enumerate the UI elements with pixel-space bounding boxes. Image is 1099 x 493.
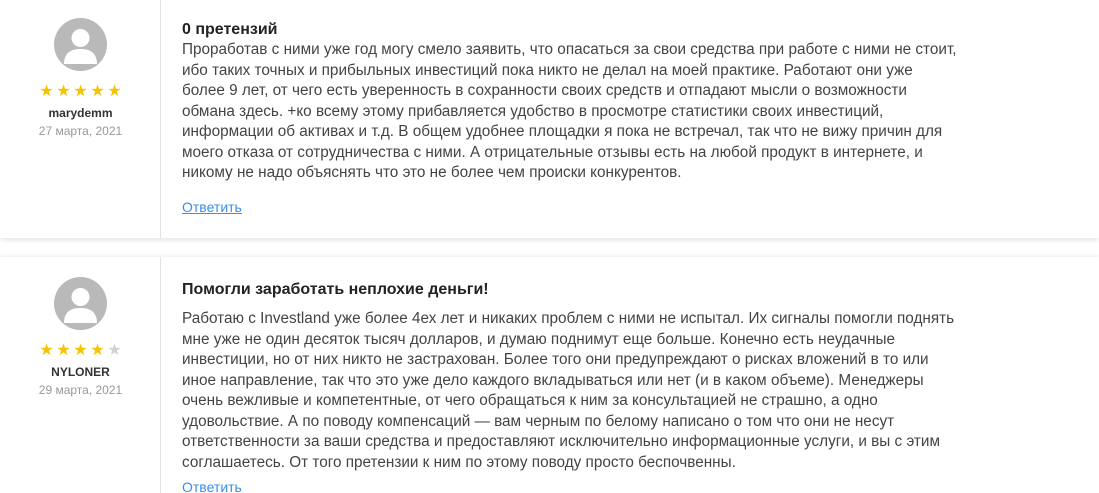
star-filled-icon: ★ <box>90 83 105 100</box>
user-avatar-icon <box>54 18 107 71</box>
reply-link[interactable]: Ответить <box>182 479 242 493</box>
review-date: 27 марта, 2021 <box>38 124 123 138</box>
rating-stars: ★ ★ ★ ★ ★ <box>0 84 161 100</box>
reply-link[interactable]: Ответить <box>182 199 242 215</box>
review-text-line: информации об активах и т.д. В общем удо… <box>182 123 943 140</box>
star-empty-icon: ★ <box>107 342 122 359</box>
review-card: ★ ★ ★ ★ ★ NYLONER 29 марта, 2021 Помогли зар… <box>0 257 1099 493</box>
review-author-panel: ★ ★ ★ ★ ★ marydemm 27 марта, 2021 <box>0 0 161 238</box>
review-username: marydemm <box>48 106 113 120</box>
review-text-line: мне уже не один десяток тысяч долларов, … <box>182 330 896 348</box>
star-filled-icon: ★ <box>56 342 71 359</box>
star-filled-icon: ★ <box>90 342 105 359</box>
rating-stars: ★ ★ ★ ★ ★ <box>0 343 161 359</box>
review-text: Работаю с Investland уже более 4ех лет и… <box>182 309 1092 473</box>
review-card: ★ ★ ★ ★ ★ marydemm 27 марта, 2021 0 претензи… <box>0 0 1099 238</box>
review-date: 29 марта, 2021 <box>38 383 123 397</box>
review-text-line: инвестиции, но от них никто не застрахов… <box>182 351 929 368</box>
review-text-line: моего отказа от сотрудничества с ними. А… <box>182 143 923 161</box>
star-filled-icon: ★ <box>39 342 54 359</box>
review-text-line: Работаю с Investland уже более 4ех лет и… <box>182 310 955 327</box>
star-filled-icon: ★ <box>56 83 71 100</box>
star-filled-icon: ★ <box>73 83 88 100</box>
review-text-line: соглашаетесь. От того претензии к ним по… <box>182 453 736 471</box>
star-filled-icon: ★ <box>107 83 122 100</box>
review-author-panel: ★ ★ ★ ★ ★ NYLONER 29 марта, 2021 <box>0 257 161 493</box>
star-filled-icon: ★ <box>39 83 54 100</box>
review-text-line: очень вежливые и компетентные, от чего о… <box>182 392 878 409</box>
review-text-line: удовольствие. А по поводу компенсаций — … <box>182 412 895 430</box>
review-title: 0 претензий <box>182 21 278 38</box>
review-text-line: более 9 лет, от чего есть уверенность в … <box>182 82 907 99</box>
user-avatar-icon <box>54 277 107 330</box>
review-text-line: ответственности за ваши средства и предо… <box>182 433 940 450</box>
star-filled-icon: ★ <box>73 342 88 359</box>
review-text-line: ибо таких точных и прибыльных инвестиций… <box>182 61 913 79</box>
review-text: Проработав с ними уже год могу смело зая… <box>182 40 1092 184</box>
review-username: NYLONER <box>51 365 110 379</box>
review-text-line: обмана здесь. +ко всему этому прибавляет… <box>182 102 884 120</box>
review-text-line: никому не надо объяснять что это не боле… <box>182 164 682 181</box>
review-title: Помогли заработать неплохие деньги! <box>182 281 489 298</box>
review-text-line: иное направление, так что это уже дело к… <box>182 371 924 389</box>
review-text-line: Проработав с ними уже год могу смело зая… <box>182 41 957 58</box>
